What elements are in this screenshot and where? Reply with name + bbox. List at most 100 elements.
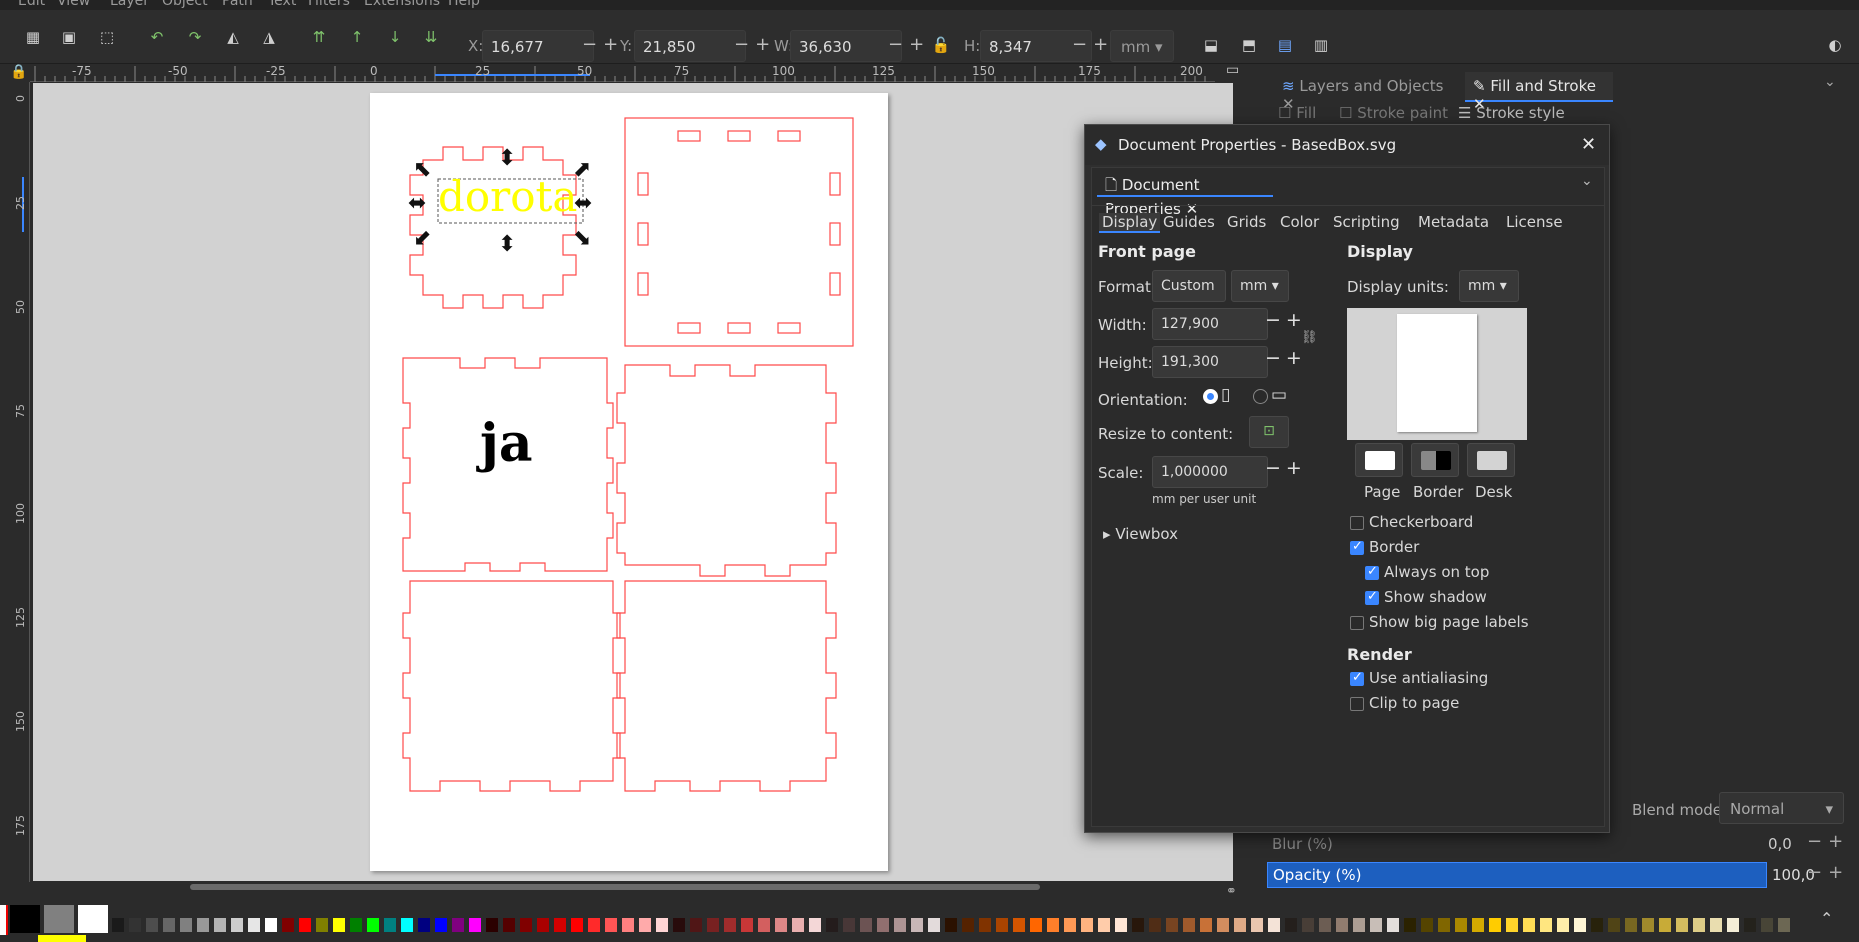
palette-swatch[interactable] — [435, 918, 447, 932]
menu-object[interactable]: Object — [162, 0, 208, 9]
palette-swatch[interactable] — [622, 918, 634, 932]
palette-swatch[interactable] — [1404, 918, 1416, 932]
close-icon[interactable]: ✕ — [1581, 134, 1596, 155]
menu-edit[interactable]: Edit — [18, 0, 45, 9]
palette-swatch[interactable] — [1523, 918, 1535, 932]
scale-stepper[interactable]: −+ — [1265, 457, 1307, 479]
palette-swatch[interactable] — [1489, 918, 1501, 932]
text-ja[interactable]: ja — [476, 413, 533, 474]
palette-swatch[interactable] — [1183, 918, 1195, 932]
palette-swatch[interactable] — [1132, 918, 1144, 932]
palette-swatch[interactable] — [1591, 918, 1603, 932]
menu-path[interactable]: Path — [222, 0, 253, 9]
display-units-select[interactable]: mm ▾ — [1459, 270, 1519, 302]
palette-swatch[interactable] — [826, 918, 838, 932]
view-icon[interactable]: ▭ — [1226, 62, 1239, 78]
palette-swatch[interactable] — [1166, 918, 1178, 932]
palette-swatch[interactable] — [367, 918, 379, 932]
palette-swatch[interactable] — [1353, 918, 1365, 932]
selected-text-dorota[interactable]: dorota — [438, 172, 577, 221]
menu-help[interactable]: Help — [448, 0, 480, 9]
tab-layers-objects[interactable]: ≋ Layers and Objects ✕ — [1282, 72, 1447, 113]
palette-swatch[interactable] — [809, 918, 821, 932]
palette-swatch[interactable] — [1217, 918, 1229, 932]
swatch-gray-large[interactable] — [44, 905, 74, 933]
palette-swatch[interactable] — [401, 918, 413, 932]
palette-swatch[interactable] — [1744, 918, 1756, 932]
palette-swatch[interactable] — [962, 918, 974, 932]
palette-swatch[interactable] — [469, 918, 481, 932]
palette-swatch[interactable] — [452, 918, 464, 932]
palette-swatch[interactable] — [1268, 918, 1280, 932]
palette-swatch[interactable] — [1506, 918, 1518, 932]
palette-swatch[interactable] — [146, 918, 158, 932]
palette-swatch[interactable] — [605, 918, 617, 932]
palette-swatch[interactable] — [316, 918, 328, 932]
palette-swatch[interactable] — [1302, 918, 1314, 932]
width-field[interactable]: 127,900 — [1152, 308, 1268, 340]
stroke-style-subtab[interactable]: ☰ Stroke style — [1458, 104, 1565, 122]
raise-icon[interactable]: ↑ — [346, 26, 368, 48]
palette-swatch[interactable] — [282, 918, 294, 932]
palette-swatch[interactable] — [1625, 918, 1637, 932]
lower-icon[interactable]: ↓ — [384, 26, 406, 48]
chevron-down-icon[interactable]: ⌄ — [1581, 173, 1593, 189]
height-field[interactable]: 191,300 — [1152, 346, 1268, 378]
chevron-down-icon[interactable]: ⌄ — [1824, 74, 1836, 90]
palette-swatch[interactable] — [1098, 918, 1110, 932]
height-stepper[interactable]: −+ — [1265, 347, 1307, 369]
x-field[interactable]: 16,677 — [482, 30, 594, 62]
palette-swatch[interactable] — [792, 918, 804, 932]
stroke-paint-subtab[interactable]: ☐ Stroke paint — [1339, 104, 1448, 122]
palette-swatch[interactable] — [197, 918, 209, 932]
border-color-button[interactable] — [1411, 443, 1459, 477]
palette-swatch[interactable] — [911, 918, 923, 932]
palette-swatch[interactable] — [758, 918, 770, 932]
fill-subtab[interactable]: ☐ Fill — [1278, 104, 1316, 122]
palette-swatch[interactable] — [1540, 918, 1552, 932]
h-stepper[interactable]: −+ — [1072, 34, 1114, 55]
palette-swatch[interactable] — [860, 918, 872, 932]
palette-swatch[interactable] — [1013, 918, 1025, 932]
palette-swatch[interactable] — [112, 918, 124, 932]
tab-display[interactable]: Display — [1099, 213, 1161, 233]
unit-select[interactable]: mm ▾ — [1110, 30, 1174, 62]
orientation-landscape-radio[interactable] — [1253, 389, 1268, 404]
show-shadow-checkbox[interactable] — [1365, 589, 1379, 605]
palette-swatch[interactable] — [299, 918, 311, 932]
palette-swatch[interactable] — [1336, 918, 1348, 932]
palette-swatch[interactable] — [333, 918, 345, 932]
palette-swatch[interactable] — [1710, 918, 1722, 932]
palette-swatch[interactable] — [503, 918, 515, 932]
deselect-icon[interactable]: ⬚ — [96, 26, 118, 48]
menu-extensions[interactable]: Extensions — [364, 0, 440, 9]
palette-swatch[interactable] — [741, 918, 753, 932]
format-unit-select[interactable]: mm ▾ — [1231, 270, 1289, 302]
palette-swatch[interactable] — [180, 918, 192, 932]
swatch-strip[interactable] — [112, 905, 1832, 935]
blend-mode-select[interactable]: Normal ▾ — [1719, 792, 1844, 824]
tab-grids[interactable]: Grids — [1227, 213, 1266, 231]
menu-text[interactable]: Text — [268, 0, 296, 9]
palette-swatch[interactable] — [486, 918, 498, 932]
palette-swatch[interactable] — [1472, 918, 1484, 932]
palette-swatch[interactable] — [265, 918, 277, 932]
palette-swatch[interactable] — [1115, 918, 1127, 932]
palette-swatch[interactable] — [877, 918, 889, 932]
palette-swatch[interactable] — [231, 918, 243, 932]
border-checkbox[interactable] — [1350, 539, 1364, 555]
tab-fill-stroke[interactable]: ✎ Fill and Stroke ✕ — [1465, 72, 1613, 113]
format-select[interactable]: Custom — [1152, 270, 1226, 302]
commands-icon[interactable]: ◐ — [1824, 34, 1846, 56]
palette-menu-icon[interactable]: ⌃ — [1820, 909, 1833, 928]
swatch-white-large[interactable] — [78, 905, 108, 933]
palette-swatch[interactable] — [724, 918, 736, 932]
w-stepper[interactable]: −+ — [888, 34, 930, 55]
page-color-button[interactable] — [1355, 443, 1403, 477]
link-dimensions-icon[interactable]: ⛓ — [1301, 330, 1318, 345]
select-all-icon[interactable]: ▦ — [22, 26, 44, 48]
flip-horizontal-icon[interactable]: ◭ — [222, 26, 244, 48]
palette-swatch[interactable] — [129, 918, 141, 932]
tab-guides[interactable]: Guides — [1163, 213, 1215, 231]
move-patterns-icon[interactable]: ▥ — [1310, 34, 1332, 56]
